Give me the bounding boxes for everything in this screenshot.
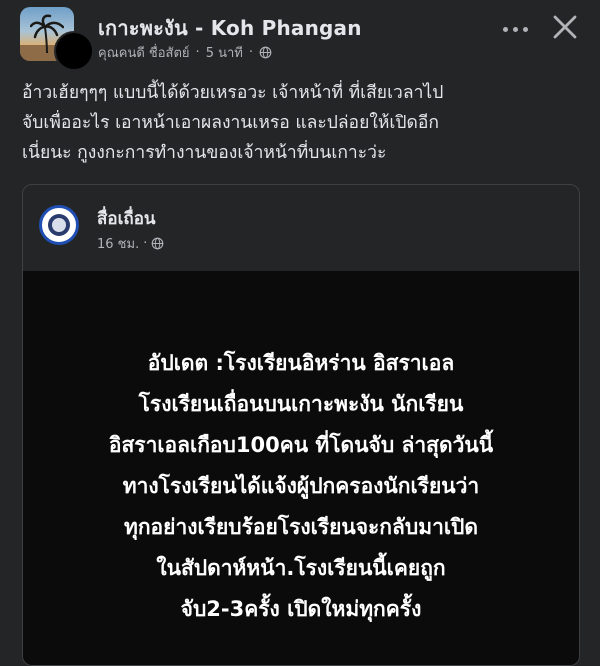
page-name[interactable]: สื่อเถื่อน <box>97 205 156 232</box>
post-meta: คุณคนดี ชื่อสัตย์ · 5 นาที · <box>98 42 272 63</box>
post-time[interactable]: 5 นาที <box>206 42 243 63</box>
more-options-icon[interactable] <box>498 22 532 36</box>
post-text-line: จับเพื่ออะไร เอาหน้าเอาผลงานเหรอ และปล่อ… <box>22 113 439 133</box>
shared-post-card[interactable]: สื่อเถื่อน 16 ชม. · อัปเดต :โรงเรียนอิหร… <box>22 184 580 666</box>
group-name[interactable]: เกาะพะงัน - Koh Phangan <box>98 12 362 44</box>
image-text: อัปเดต :โรงเรียนอิหร่าน อิสราเอล โรงเรีย… <box>23 343 579 630</box>
image-text-line: อัปเดต :โรงเรียนอิหร่าน อิสราเอล <box>147 351 455 375</box>
shared-post-image[interactable]: อัปเดต :โรงเรียนอิหร่าน อิสราเอล โรงเรีย… <box>23 271 579 665</box>
globe-icon <box>259 46 272 59</box>
shared-post-header: สื่อเถื่อน 16 ชม. · <box>23 185 579 271</box>
image-text-line: ในสัปดาห์หน้า.โรงเรียนนี้เคยถูก <box>156 556 446 580</box>
shared-post-time[interactable]: 16 ชม. <box>97 233 139 254</box>
image-text-line: ทุกอย่างเรียบร้อยโรงเรียนจะกลับมาเปิด <box>123 515 479 539</box>
close-icon[interactable] <box>550 12 580 42</box>
post-text-line: เนี่ยนะ กูงงกะการทำงานของเจ้าหน้าที่บนเก… <box>22 143 387 163</box>
page-avatar[interactable] <box>39 205 79 245</box>
author-name[interactable]: คุณคนดี ชื่อสัตย์ <box>98 42 190 63</box>
post-header: เกาะพะงัน - Koh Phangan คุณคนดี ชื่อสัตย… <box>0 0 600 71</box>
meta-separator: · <box>195 45 200 60</box>
image-text-line: อิสราเอลเกือบ100คน ที่โดนจับ ล่าสุดวันนี… <box>108 433 494 457</box>
meta-separator: · <box>143 236 148 251</box>
author-avatar[interactable] <box>54 31 94 71</box>
group-avatar[interactable] <box>20 7 94 71</box>
globe-icon <box>151 237 164 250</box>
image-text-line: จับ2-3ครั้ง เปิดใหม่ทุกครั้ง <box>180 597 422 621</box>
image-text-line: โรงเรียนเถื่อนบนเกาะพะงัน นักเรียน <box>138 392 464 416</box>
shared-post-meta: 16 ชม. · <box>97 233 164 254</box>
image-text-line: ทางโรงเรียนได้แจ้งผู้ปกครองนักเรียนว่า <box>122 474 480 498</box>
post-text-line: อ้าวเฮ้ยๆๆๆ แบบนี้ได้ด้วยเหรอวะ เจ้าหน้า… <box>22 83 444 103</box>
post-text: อ้าวเฮ้ยๆๆๆ แบบนี้ได้ด้วยเหรอวะ เจ้าหน้า… <box>22 78 592 168</box>
meta-separator: · <box>248 45 253 60</box>
